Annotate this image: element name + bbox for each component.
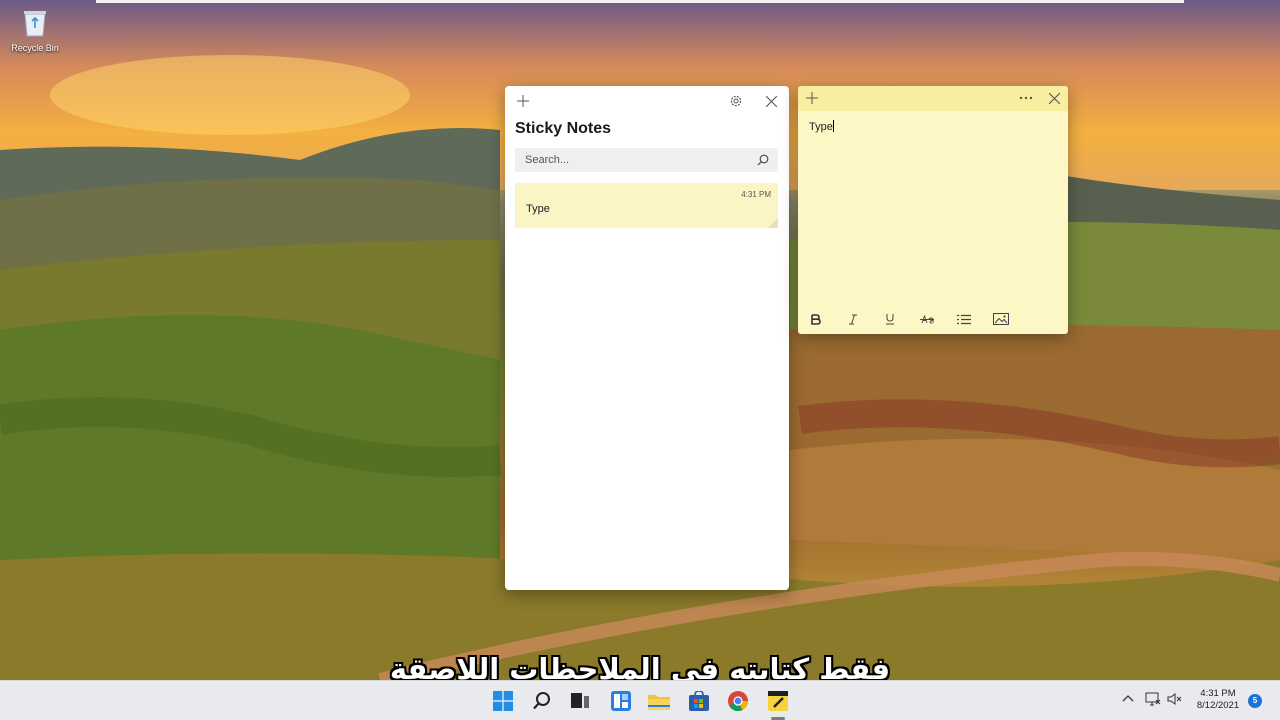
file-explorer-icon: [648, 695, 670, 710]
image-icon: [993, 313, 1009, 325]
volume-muted-icon: [1167, 693, 1182, 705]
more-icon: [1019, 96, 1033, 100]
task-view-icon: [571, 693, 589, 708]
close-icon: [1048, 92, 1060, 104]
plus-icon: [517, 95, 529, 107]
show-hidden-icons-button[interactable]: [1122, 693, 1134, 705]
menu-button[interactable]: [1015, 87, 1037, 109]
note-text-area[interactable]: Type: [809, 120, 834, 133]
taskbar: 4:31 PM 8/12/2021 5: [0, 680, 1280, 720]
close-list-button[interactable]: [760, 90, 782, 112]
close-icon: [765, 95, 777, 107]
list-title-bar: [505, 86, 789, 116]
start-button[interactable]: [491, 689, 515, 713]
new-note-button[interactable]: [512, 90, 534, 112]
recycle-bin[interactable]: Recycle Bin: [8, 8, 62, 53]
italic-icon: [849, 314, 857, 324]
windows-start-icon: [493, 691, 513, 711]
gear-icon: [730, 95, 742, 107]
underline-icon: [886, 314, 894, 325]
add-image-button[interactable]: [990, 310, 1012, 328]
search-icon[interactable]: [755, 152, 771, 168]
chevron-up-icon: [1122, 695, 1134, 702]
widgets-icon: [611, 691, 631, 711]
store-icon: [689, 691, 709, 711]
widgets-button[interactable]: [609, 689, 633, 713]
clock-date: 8/12/2021: [1196, 700, 1240, 711]
text-cursor: [832, 120, 834, 132]
chrome-button[interactable]: [726, 689, 750, 713]
list-item[interactable]: 4:31 PM Type: [515, 183, 778, 228]
store-button[interactable]: [687, 689, 711, 713]
bold-button[interactable]: [805, 310, 827, 328]
note-timestamp: 4:31 PM: [741, 190, 771, 199]
strikethrough-button[interactable]: [916, 310, 938, 328]
note-fold: [768, 218, 778, 228]
note-preview: Type: [526, 203, 550, 215]
new-note-button[interactable]: [801, 87, 823, 109]
italic-button[interactable]: [842, 310, 864, 328]
sticky-notes-icon: [768, 691, 788, 711]
file-explorer-button[interactable]: [647, 689, 671, 713]
bullets-button[interactable]: [953, 310, 975, 328]
bold-icon: [811, 313, 821, 325]
volume-button[interactable]: [1167, 692, 1183, 709]
plus-icon: [806, 92, 818, 104]
clock[interactable]: 4:31 PM 8/12/2021: [1193, 688, 1243, 712]
strikethrough-icon: [920, 314, 934, 324]
recycle-bin-icon: [24, 11, 46, 37]
note-header-bar[interactable]: [798, 86, 1068, 111]
sticky-notes-list-window: Sticky Notes 4:31 PM Type: [505, 86, 789, 590]
task-view-button[interactable]: [568, 689, 592, 713]
underline-button[interactable]: [879, 310, 901, 328]
clock-time: 4:31 PM: [1200, 688, 1236, 699]
search-input[interactable]: [515, 148, 778, 172]
format-toolbar: [798, 308, 1068, 330]
recycle-bin-label: Recycle Bin: [11, 43, 59, 53]
search-icon: [533, 692, 550, 710]
search-button[interactable]: [530, 689, 554, 713]
sticky-notes-taskbar-button[interactable]: [766, 689, 790, 713]
settings-button[interactable]: [725, 90, 747, 112]
network-icon: [1145, 692, 1161, 706]
page-title: Sticky Notes: [515, 120, 612, 137]
network-button[interactable]: [1145, 692, 1161, 709]
notification-badge[interactable]: 5: [1248, 694, 1262, 708]
chrome-icon: [728, 691, 748, 711]
sticky-note-window: Type: [798, 86, 1068, 334]
bullet-list-icon: [957, 314, 971, 324]
top-window-strip: [96, 0, 1184, 3]
note-text: Type: [809, 121, 833, 133]
close-note-button[interactable]: [1043, 87, 1065, 109]
